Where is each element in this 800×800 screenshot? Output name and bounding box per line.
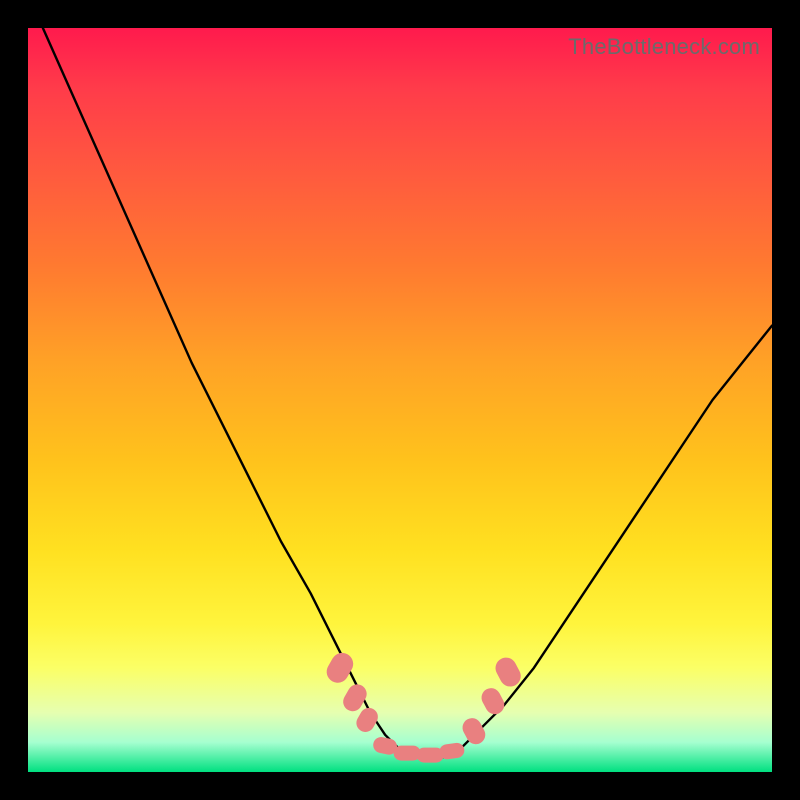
chart-frame: TheBottleneck.com bbox=[0, 0, 800, 800]
plot-area: TheBottleneck.com bbox=[28, 28, 772, 772]
bottleneck-curve bbox=[28, 28, 772, 772]
